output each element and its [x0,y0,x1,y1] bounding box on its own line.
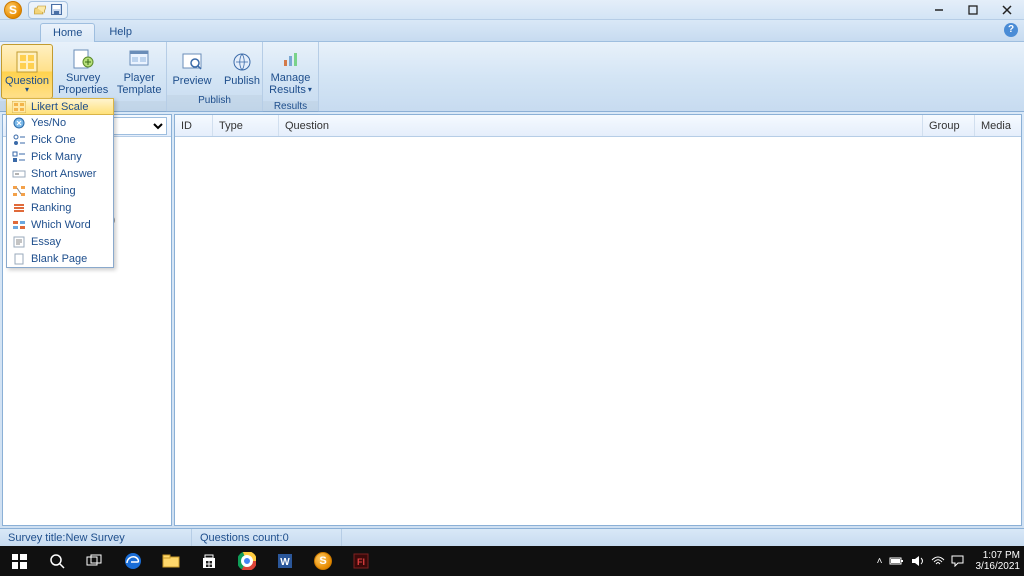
start-button[interactable] [0,546,38,576]
app-icon[interactable]: S [4,1,22,19]
app-taskbar-icon[interactable]: S [304,546,342,576]
pickone-icon [11,133,27,147]
help-icon[interactable]: ? [1004,23,1018,37]
tray-action-center-icon[interactable] [951,555,964,567]
blankpage-icon [11,252,27,266]
tray-chevron-icon[interactable]: ˄ [877,556,883,567]
menu-item-pick-many[interactable]: Pick Many [7,148,113,165]
shortanswer-icon [11,167,27,181]
grid-body [175,137,1021,525]
tray-clock[interactable]: 1:07 PM 3/16/2021 [970,550,1021,572]
player-template-label-1: Player [124,72,155,84]
tab-help[interactable]: Help [97,23,144,41]
player-template-label-2: Template [117,84,162,96]
taskbar-left: W S Fl [0,546,380,576]
template-icon [127,47,151,71]
word-icon[interactable]: W [266,546,304,576]
titlebar-left: S [0,1,68,19]
pickmany-icon [11,150,27,164]
col-type[interactable]: Type [213,115,279,136]
ranking-icon [11,201,27,215]
manage-results-button[interactable]: Manage Results▾ [264,44,317,99]
edge-icon[interactable] [114,546,152,576]
ribbon-group-results: Manage Results▾ Results [263,42,319,111]
content-pane: ID Type Question Group Media [174,114,1022,526]
preview-label: Preview [172,75,211,87]
preview-icon [180,50,204,74]
likert-icon [11,100,27,114]
player-template-button[interactable]: Player Template [113,44,165,99]
publish-label: Publish [224,75,260,87]
flash-icon[interactable]: Fl [342,546,380,576]
save-icon[interactable] [49,3,63,17]
close-button[interactable] [990,0,1024,20]
tray-wifi-icon[interactable] [931,555,945,567]
question-icon [15,50,39,74]
system-tray: ˄ 1:07 PM 3/16/2021 [877,550,1024,572]
ribbon-group-title-results: Results [263,101,318,112]
svg-text:Fl: Fl [357,557,365,567]
question-dropdown: Likert Scale Yes/No Pick One Pick Many S… [6,98,114,268]
essay-icon [11,235,27,249]
manage-results-label-1: Manage [271,72,311,84]
svg-text:W: W [280,557,290,568]
ribbon-group-title-publish: Publish [167,95,262,111]
menu-item-matching[interactable]: Matching [7,182,113,199]
menu-item-essay[interactable]: Essay [7,233,113,250]
store-icon[interactable] [190,546,228,576]
grid-header: ID Type Question Group Media [175,115,1021,137]
yesno-icon [11,116,27,130]
col-group[interactable]: Group [923,115,975,136]
statusbar: Survey title: New Survey Questions count… [0,528,1024,546]
taskbar: W S Fl ˄ 1:07 PM 3/16/2021 [0,546,1024,576]
tab-home[interactable]: Home [40,23,95,42]
ribbon: Question ▾ Survey Properties Player Temp… [0,42,1024,112]
status-count: Questions count: 0 [192,529,342,546]
survey-properties-button[interactable]: Survey Properties [55,44,111,99]
chevron-down-icon: ▾ [25,87,29,93]
manage-results-label-2: Results [269,84,306,96]
menu-item-blank-page[interactable]: Blank Page [7,250,113,267]
maximize-button[interactable] [956,0,990,20]
quick-access-toolbar [28,1,68,19]
window-controls [922,0,1024,20]
preview-button[interactable]: Preview [168,44,216,93]
survey-properties-label-2: Properties [58,84,108,96]
menu-item-yes-no[interactable]: Yes/No [7,114,113,131]
col-id[interactable]: ID [175,115,213,136]
whichword-icon [11,218,27,232]
menu-item-short-answer[interactable]: Short Answer [7,165,113,182]
workspace: ) Which Word (0) Essay (0) Blank Page (0… [0,112,1024,528]
open-icon[interactable] [33,3,47,17]
app-icon-letter: S [9,3,17,17]
question-button[interactable]: Question ▾ [1,44,53,99]
results-icon [279,47,303,71]
menu-item-ranking[interactable]: Ranking [7,199,113,216]
search-icon[interactable] [38,546,76,576]
publish-button[interactable]: Publish [218,44,266,93]
menu-item-likert-scale[interactable]: Likert Scale [6,98,114,115]
survey-properties-label-1: Survey [66,72,100,84]
matching-icon [11,184,27,198]
menu-item-pick-one[interactable]: Pick One [7,131,113,148]
minimize-button[interactable] [922,0,956,20]
chrome-icon[interactable] [228,546,266,576]
tray-battery-icon[interactable] [889,556,905,566]
menu-item-which-word[interactable]: Which Word [7,216,113,233]
titlebar: S [0,0,1024,20]
chevron-down-icon: ▾ [308,87,312,93]
ribbon-group-publish: Preview Publish Publish [167,42,263,111]
task-view-icon[interactable] [76,546,114,576]
col-media[interactable]: Media [975,115,1021,136]
publish-icon [230,50,254,74]
file-explorer-icon[interactable] [152,546,190,576]
tray-volume-icon[interactable] [911,555,925,567]
status-title: Survey title: New Survey [0,529,192,546]
col-question[interactable]: Question [279,115,923,136]
menubar: Home Help ? [0,20,1024,42]
properties-icon [71,47,95,71]
